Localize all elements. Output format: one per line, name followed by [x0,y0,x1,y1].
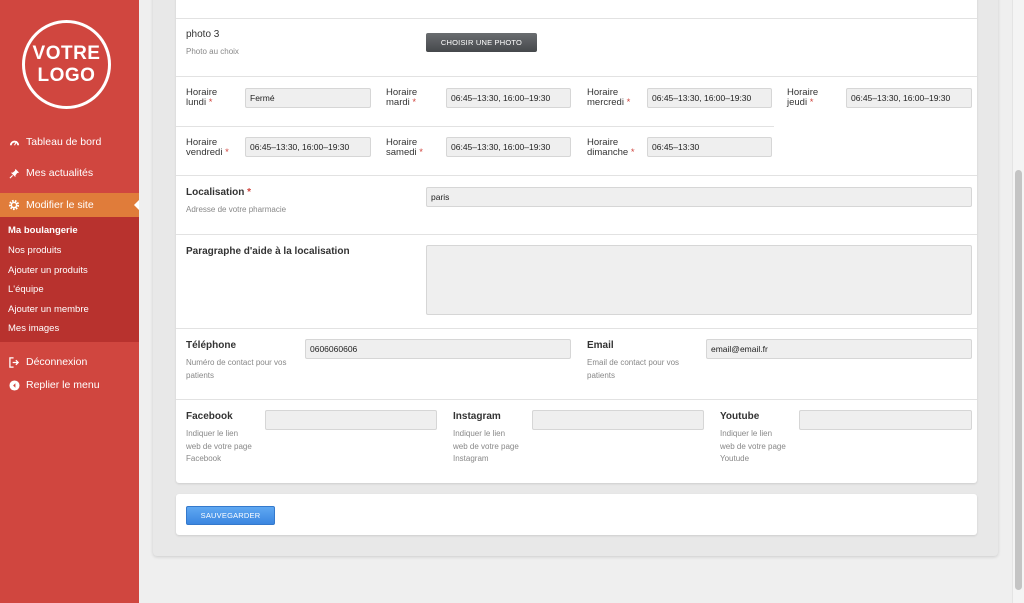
location-hint: Adresse de votre pharmacie [186,205,287,214]
divider [176,76,977,77]
divider [176,175,977,176]
instagram-label: Instagram [453,411,501,422]
sidebar: VOTRE LOGO Tableau de bord Mes actualité… [0,0,139,603]
hours-input-samedi[interactable]: 06:45–13:30, 16:00–19:30 [446,137,571,157]
submenu: Ma boulangerie Nos produits Ajouter un p… [0,217,139,342]
email-input[interactable]: email@email.fr [706,339,972,359]
nav-dashboard-label: Tableau de bord [26,136,102,148]
location-help-label: Paragraphe d'aide à la localisation [186,246,350,257]
youtube-hint: Indiquer le lien web de votre page Youtude [720,429,786,463]
nav-edit-site-label: Modifier le site [26,199,94,211]
nav-collapse[interactable]: Replier le menu [0,373,139,397]
nav-news[interactable]: Mes actualités [0,161,139,185]
divider [176,18,977,19]
hours-label-lundi: Horaire lundi * [186,87,218,108]
location-input[interactable]: paris [426,187,972,207]
hours-input-vendredi[interactable]: 06:45–13:30, 16:00–19:30 [245,137,371,157]
instagram-input[interactable] [532,410,704,430]
youtube-input[interactable] [799,410,972,430]
hours-label-vendredi: Horaire vendredi * [186,137,229,158]
gear-icon [8,199,20,211]
submenu-item-ajouter-produits[interactable]: Ajouter un produits [8,265,88,276]
submenu-item-mes-images[interactable]: Mes images [8,323,59,334]
submenu-item-ma-boulangerie[interactable]: Ma boulangerie [8,225,78,236]
divider [176,126,774,127]
hours-input-lundi[interactable]: Fermé [245,88,371,108]
phone-hint: Numéro de contact pour vos patients [186,358,287,380]
nav-edit-site[interactable]: Modifier le site [0,193,139,217]
save-button[interactable]: SAUVEGARDER [186,506,275,525]
photo3-label: photo 3 [186,29,220,40]
nav-news-label: Mes actualités [26,167,94,179]
dashboard-icon [8,136,20,148]
logout-icon [8,356,20,368]
facebook-input[interactable] [265,410,437,430]
email-hint: Email de contact pour vos patients [587,358,680,380]
divider [176,399,977,400]
hours-label-mardi: Horaire mardi * [386,87,418,108]
photo3-hint: Photo au choix [186,47,239,56]
email-label: Email [587,340,614,351]
phone-input[interactable]: 0606060606 [305,339,571,359]
instagram-hint: Indiquer le lien web de votre page Instagr… [453,429,519,463]
scrollbar-thumb[interactable] [1015,170,1022,590]
divider [176,234,977,235]
logo-line-1: VOTRE [32,43,101,64]
choose-photo-button[interactable]: CHOISIR UNE PHOTO [426,33,537,52]
nav-logout-label: Déconnexion [26,356,88,368]
hours-label-mercredi: Horaire mercredi * [587,87,631,108]
hours-label-dimanche: Horaire dimanche * [587,137,635,158]
hours-input-mardi[interactable]: 06:45–13:30, 16:00–19:30 [446,88,571,108]
phone-label: Téléphone [186,340,237,351]
nav-logout[interactable]: Déconnexion [0,350,139,374]
nav-collapse-label: Replier le menu [26,379,100,391]
submenu-item-ajouter-membre[interactable]: Ajouter un membre [8,304,89,315]
facebook-hint: Indiquer le lien web de votre page Faceboo… [186,429,252,463]
location-label: Localisation * [186,187,252,198]
hours-input-jeudi[interactable]: 06:45–13:30, 16:00–19:30 [846,88,972,108]
logo[interactable]: VOTRE LOGO [22,20,111,109]
facebook-label: Facebook [186,411,233,422]
pin-icon [8,167,20,179]
hours-label-samedi: Horaire samedi * [386,137,423,158]
divider [176,328,977,329]
submenu-item-equipe[interactable]: L'équipe [8,284,44,295]
location-help-textarea[interactable] [426,245,972,315]
hours-label-jeudi: Horaire jeudi * [787,87,819,108]
hours-input-dimanche[interactable]: 06:45–13:30 [647,137,772,157]
logo-line-2: LOGO [37,65,96,86]
youtube-label: Youtube [720,411,760,422]
save-card [176,494,977,535]
collapse-icon [8,379,20,391]
hours-input-mercredi[interactable]: 06:45–13:30, 16:00–19:30 [647,88,772,108]
nav-dashboard[interactable]: Tableau de bord [0,130,139,154]
submenu-item-nos-produits[interactable]: Nos produits [8,245,61,256]
